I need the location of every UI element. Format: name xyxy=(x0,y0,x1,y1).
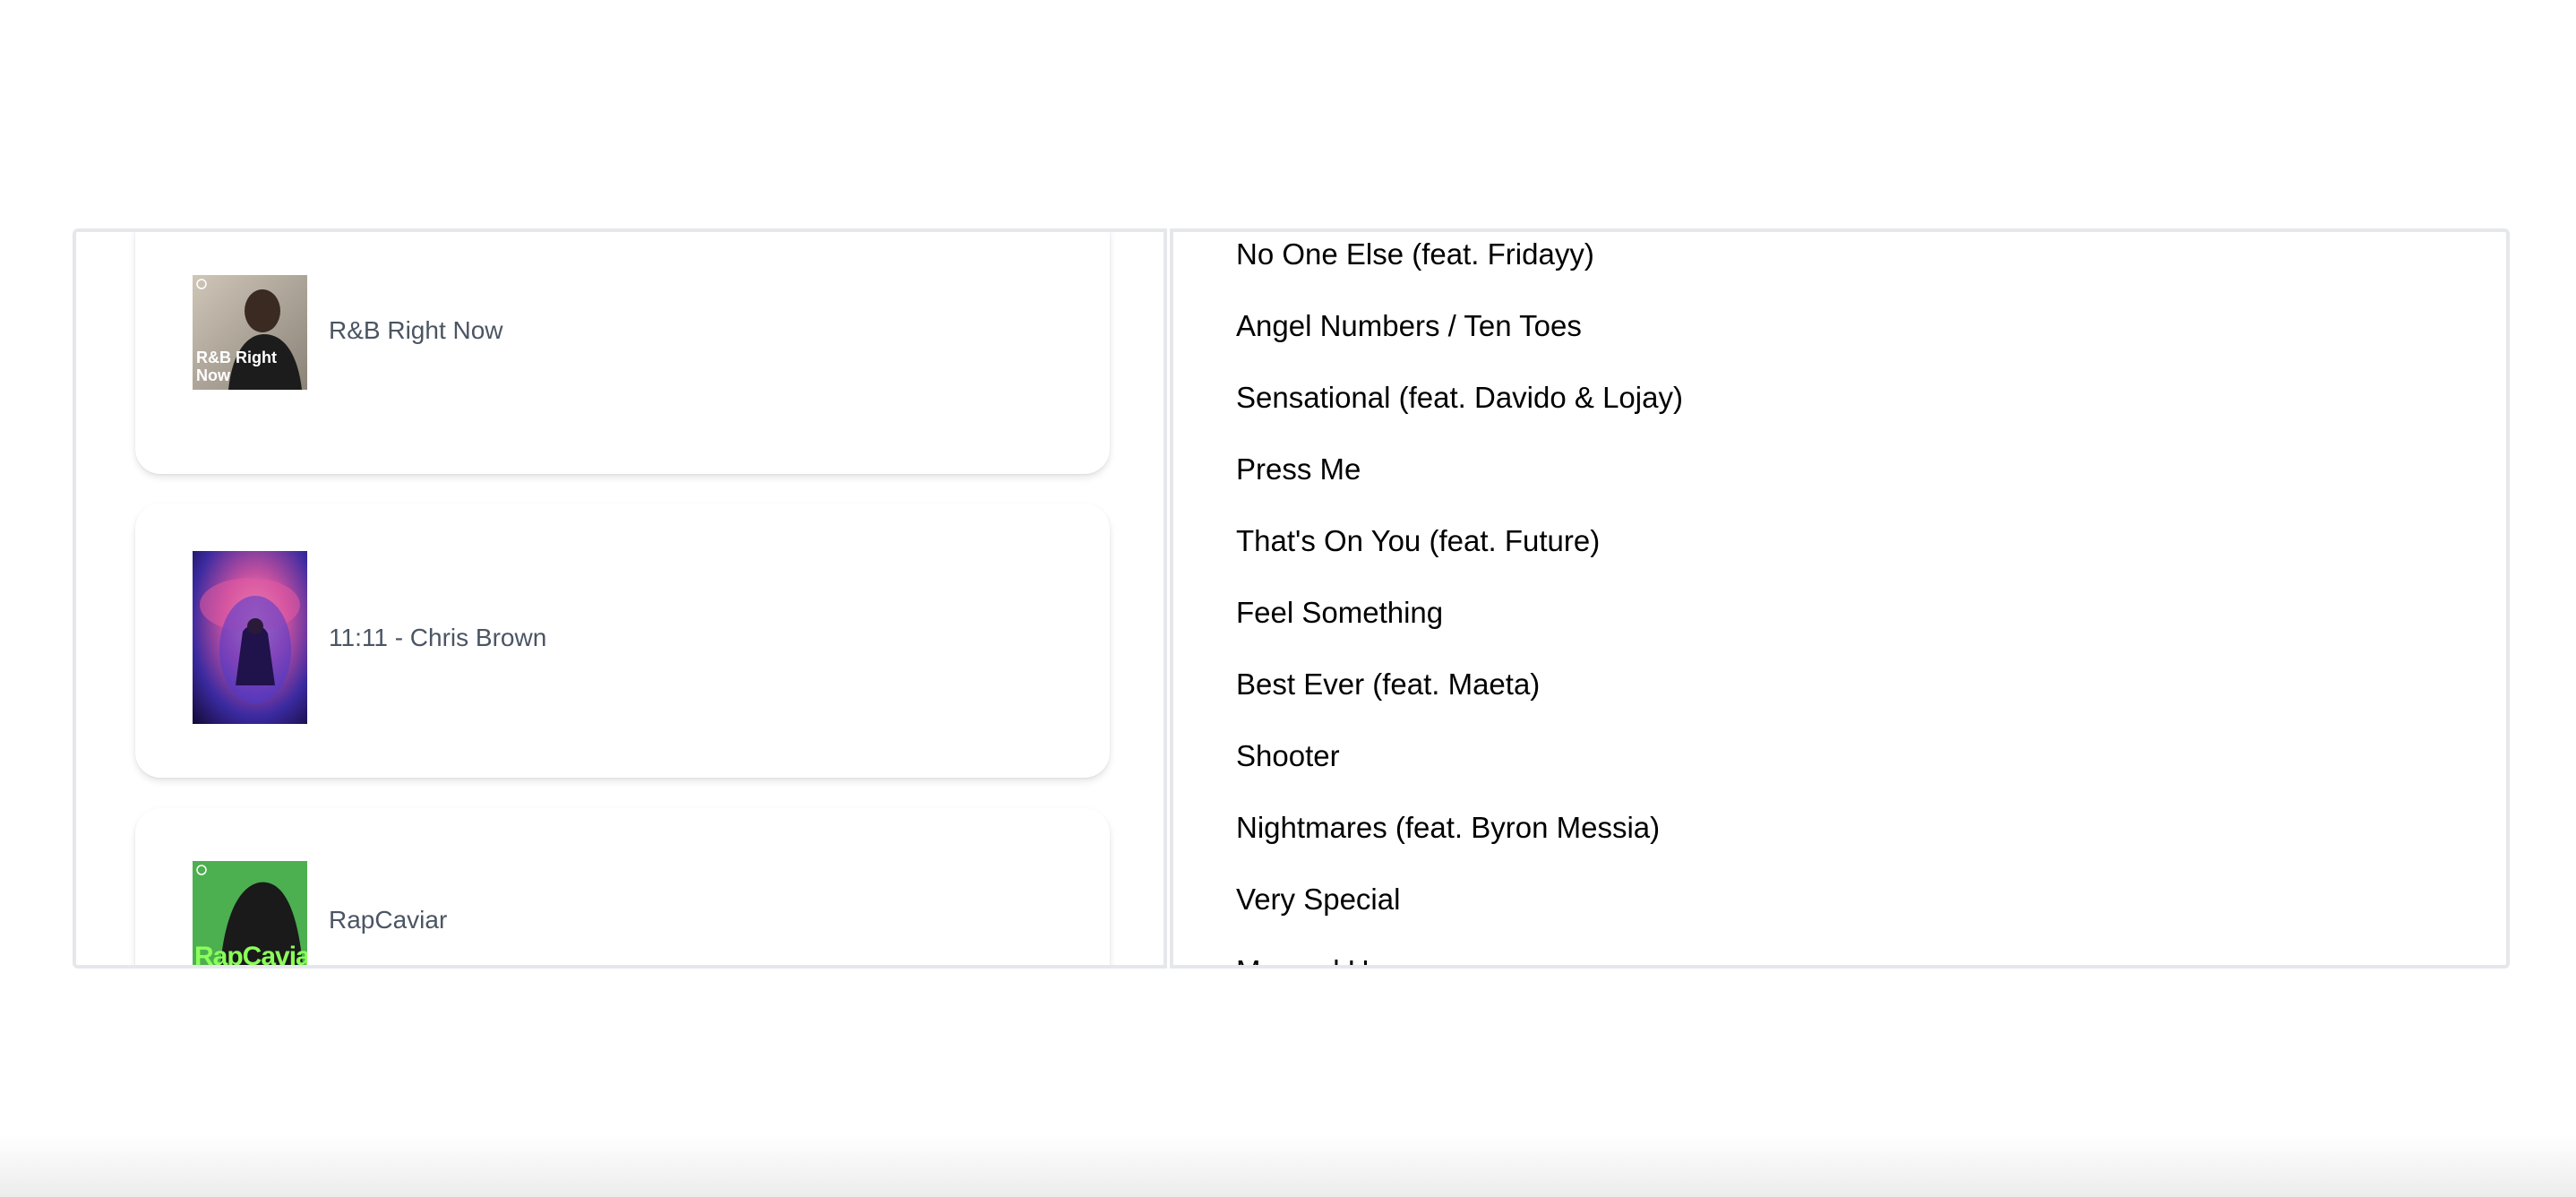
track-item[interactable]: That's On You (feat. Future) xyxy=(1236,524,1600,558)
track-item[interactable]: Very Special xyxy=(1236,883,1400,917)
playlist-name[interactable]: R&B Right Now xyxy=(329,316,503,345)
playlist-card[interactable]: R&B Right Now R&B Right Now xyxy=(135,232,1110,474)
bottom-shadow xyxy=(0,1134,2576,1197)
playlist-cover-art xyxy=(193,551,307,724)
track-item[interactable]: Feel Something xyxy=(1236,596,1443,630)
track-item[interactable]: Messed Up xyxy=(1236,954,1386,965)
cover-title: RapCaviar xyxy=(194,942,307,965)
playlist-name[interactable]: 11:11 - Chris Brown xyxy=(329,624,546,652)
playlist-card[interactable]: RapCaviar RapCaviar xyxy=(135,808,1110,965)
track-item[interactable]: No One Else (feat. Fridayy) xyxy=(1236,237,1594,271)
track-item[interactable]: Sensational (feat. Davido & Lojay) xyxy=(1236,381,1683,415)
cover-title: R&B Right Now xyxy=(196,349,277,384)
playlist-list[interactable]: R&B Right Now R&B Right Now 11:11 - Chri… xyxy=(76,232,1163,965)
track-item[interactable]: Shooter xyxy=(1236,739,1340,773)
playlist-cover: R&B Right Now xyxy=(193,275,307,390)
playlist-card[interactable]: 11:11 - Chris Brown xyxy=(135,504,1110,778)
track-item[interactable]: Nightmares (feat. Byron Messia) xyxy=(1236,811,1660,845)
track-panel[interactable]: No One Else (feat. Fridayy) Angel Number… xyxy=(1170,228,2510,969)
playlist-panel[interactable]: R&B Right Now R&B Right Now 11:11 - Chri… xyxy=(73,228,1167,969)
playlist-name[interactable]: RapCaviar xyxy=(329,906,447,934)
track-item[interactable]: Best Ever (feat. Maeta) xyxy=(1236,667,1540,702)
playlist-cover: RapCaviar xyxy=(193,861,307,965)
track-item[interactable]: Press Me xyxy=(1236,452,1361,487)
playlist-cover xyxy=(193,551,307,724)
track-item[interactable]: Angel Numbers / Ten Toes xyxy=(1236,309,1582,343)
